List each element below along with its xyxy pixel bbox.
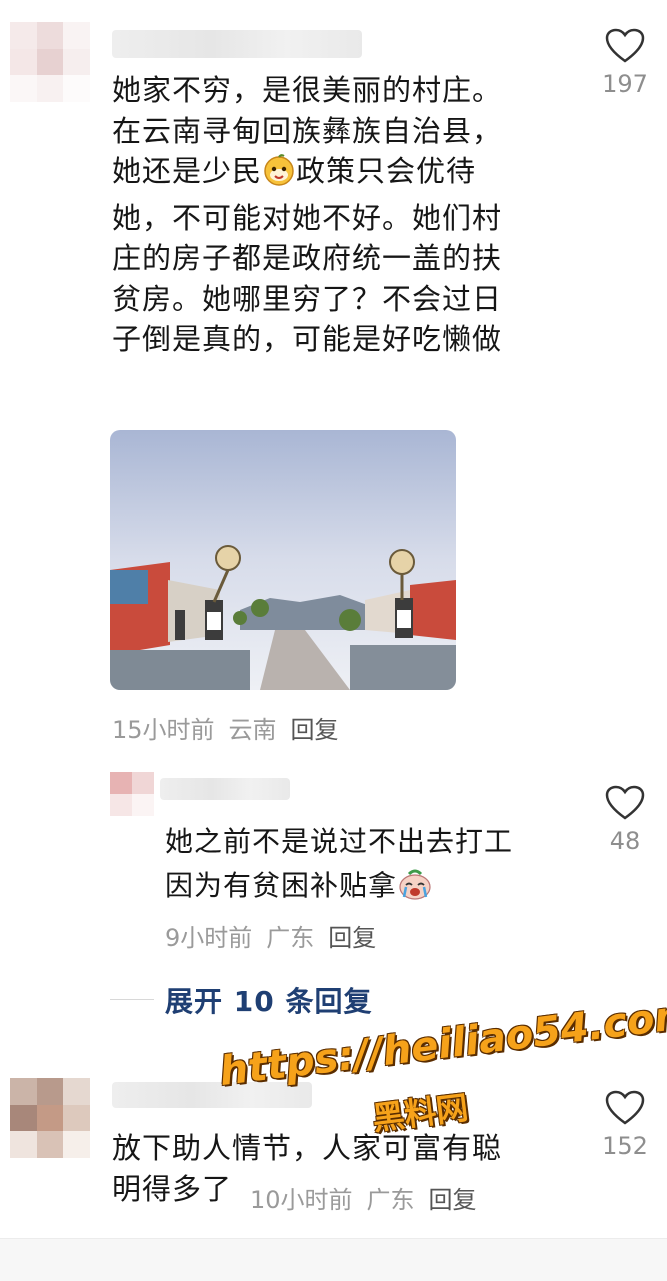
avatar[interactable]: [110, 772, 154, 816]
like-count: 197: [602, 70, 648, 98]
comment-time: 15小时前: [112, 716, 215, 744]
avatar[interactable]: [10, 22, 90, 102]
heart-icon: [605, 1090, 645, 1125]
like-count: 152: [602, 1132, 648, 1160]
expand-replies-link[interactable]: 展开 10 条回复: [165, 980, 372, 1020]
bottom-input-bar[interactable]: [0, 1238, 667, 1281]
comment-text: 她之前不是说过不出去打工 因为有贫困补贴拿: [165, 820, 585, 914]
comment-time: 10小时前: [250, 1186, 353, 1214]
comment-text: 她家不穷，是很美丽的村庄。 在云南寻甸回族彝族自治县， 她还是少民 政策只会优待 …: [112, 73, 503, 356]
reply-button[interactable]: 回复: [291, 716, 339, 744]
comment-meta: 15小时前 云南 回复: [112, 710, 339, 745]
like-button[interactable]: 48: [597, 785, 653, 855]
comment-time: 9小时前: [165, 924, 253, 952]
reply-button[interactable]: 回复: [429, 1186, 477, 1214]
comment-photo[interactable]: [110, 430, 456, 690]
comment-meta: 10小时前 广东 回复: [250, 1180, 477, 1215]
like-count: 48: [609, 827, 641, 855]
username-redacted[interactable]: [112, 30, 362, 58]
expand-divider: [110, 999, 154, 1000]
heart-icon: [605, 28, 645, 63]
comment-location: 广东: [366, 1186, 415, 1214]
crying-sticker-icon: [397, 867, 433, 914]
username-redacted[interactable]: [160, 778, 290, 800]
heart-icon: [605, 785, 645, 820]
avatar[interactable]: [10, 1078, 90, 1158]
like-button[interactable]: 197: [597, 28, 653, 98]
reply-button[interactable]: 回复: [328, 924, 376, 952]
like-button[interactable]: 152: [597, 1090, 653, 1160]
comment-location: 云南: [228, 716, 277, 744]
smiley-sticker-icon: [262, 153, 296, 198]
comment-location: 广东: [266, 924, 315, 952]
comment-meta: 9小时前 广东 回复: [165, 918, 376, 953]
